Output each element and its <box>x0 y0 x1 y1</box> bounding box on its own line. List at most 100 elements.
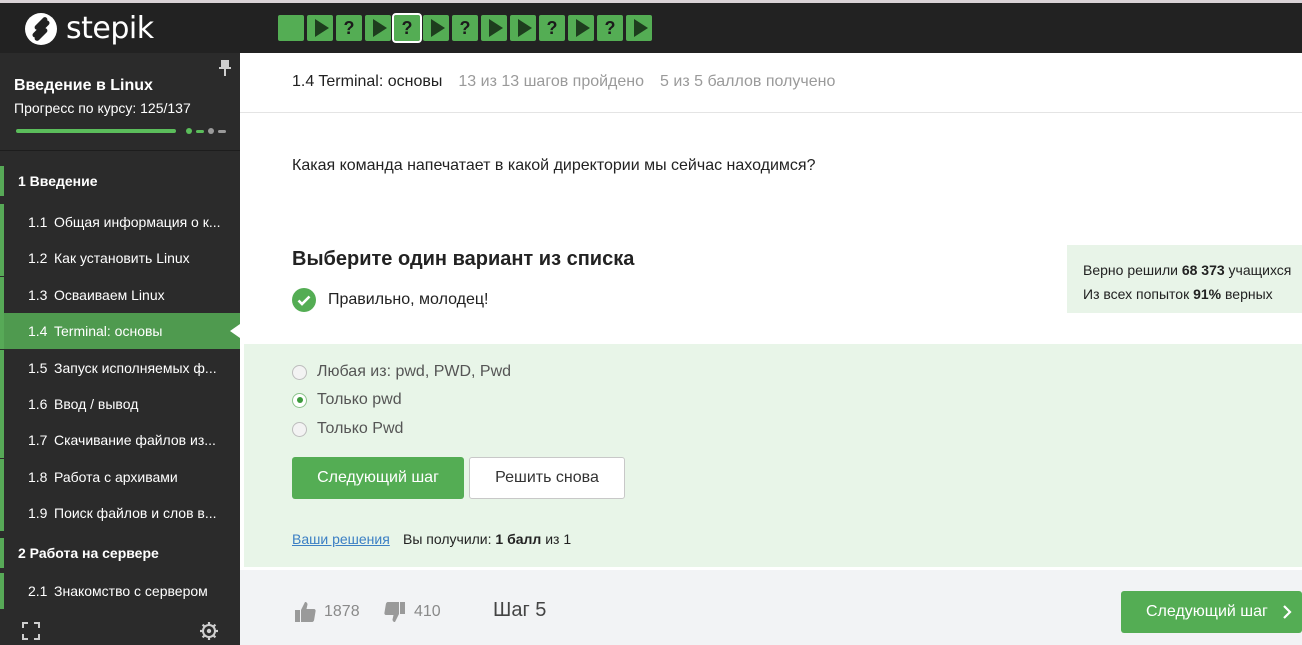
sidebar-lesson-1-6[interactable]: 1.6 Ввод / вывод <box>0 386 240 422</box>
fullscreen-icon[interactable] <box>21 621 41 641</box>
step-number: Шаг 5 <box>493 599 547 621</box>
solve-stats-box: Верно решили 68 373 учащихся Из всех поп… <box>1067 245 1302 313</box>
stepik-logo-icon <box>25 12 57 45</box>
thumbs-down-icon <box>384 602 405 622</box>
answer-option-1[interactable]: Любая из: pwd, PWD, Pwd <box>292 363 511 381</box>
step-5-quiz[interactable]: ? <box>392 13 422 43</box>
question-mark-icon: ? <box>604 17 616 38</box>
lesson-title: Скачивание файлов из... <box>54 432 216 449</box>
footer-next-label: Следующий шаг <box>1146 603 1268 620</box>
question-text: Какая команда напечатает в какой директо… <box>292 157 816 174</box>
play-icon <box>488 19 503 37</box>
lesson-title: Поиск файлов и слов в... <box>54 505 217 522</box>
lesson-title: Общая информация о к... <box>54 214 221 230</box>
lesson-title: 1.4 Terminal: основы <box>292 73 443 90</box>
step-11-play[interactable] <box>568 15 594 41</box>
step-8-play[interactable] <box>481 15 507 41</box>
lesson-number: 1.9 <box>28 505 48 522</box>
gear-icon[interactable] <box>199 621 219 641</box>
course-sidebar: Введение в Linux Прогресс по курсу: 125/… <box>0 53 240 645</box>
course-progress-label: Прогресс по курсу: 125/137 <box>14 100 191 116</box>
progress-remaining-dots <box>186 128 226 134</box>
lesson-number: 1.1 <box>28 214 48 230</box>
radio-unselected[interactable] <box>292 364 307 380</box>
lesson-number: 1.3 <box>28 286 48 303</box>
lesson-content: 1.4 Terminal: основы 13 из 13 шагов пройд… <box>240 53 1302 645</box>
sidebar-lesson-1-9[interactable]: 1.9 Поиск файлов и слов в... <box>0 495 240 532</box>
sidebar-lesson-1-1[interactable]: 1.1 Общая информация о к... <box>0 204 240 240</box>
next-step-button[interactable]: Следующий шаг <box>292 457 464 499</box>
course-progress-fill <box>16 129 176 133</box>
step-1-square[interactable] <box>278 15 304 41</box>
stepik-logo[interactable]: stepik <box>24 11 154 46</box>
play-icon <box>633 19 648 37</box>
lesson-number: 2.1 <box>28 582 48 599</box>
stats-solved: Верно решили 68 373 учащихся <box>1083 262 1292 278</box>
radio-selected[interactable] <box>292 392 307 408</box>
lesson-title: Terminal: основы <box>54 323 163 340</box>
footer-next-step-button[interactable]: Следующий шаг <box>1121 591 1302 633</box>
lesson-number: 1.4 <box>28 323 48 340</box>
radio-unselected[interactable] <box>292 421 307 437</box>
question-mark-icon: ? <box>546 17 558 38</box>
step-4-play[interactable] <box>365 15 391 41</box>
lesson-number: 1.5 <box>28 359 48 376</box>
play-icon <box>372 19 387 37</box>
score-text: Вы получили: 1 балл из 1 <box>403 531 572 547</box>
brand-name: stepik <box>66 11 154 46</box>
sidebar-lesson-1-5[interactable]: 1.5 Запуск исполняемых ф... <box>0 349 240 386</box>
quiz-instruction: Выберите один вариант из списка <box>292 248 635 270</box>
lesson-title: Работа с архивами <box>54 468 178 485</box>
retry-button[interactable]: Решить снова <box>469 457 625 499</box>
step-9-play[interactable] <box>510 15 536 41</box>
step-6-play[interactable] <box>423 15 449 41</box>
lesson-number: 1.2 <box>28 250 48 267</box>
likes-count: 1878 <box>324 603 360 620</box>
question-mark-icon: ? <box>401 17 413 38</box>
top-navigation-bar: stepik ????? <box>0 0 1302 53</box>
lesson-number: 1.8 <box>28 468 48 485</box>
sidebar-lesson-2-1[interactable]: 2.1 Знакомство с сервером <box>0 572 240 609</box>
sidebar-lesson-1-2[interactable]: 1.2 Как установить Linux <box>0 240 240 277</box>
dislike-button[interactable]: 410 <box>384 601 441 623</box>
step-2-play[interactable] <box>307 15 333 41</box>
step-13-play[interactable] <box>626 15 652 41</box>
header-divider <box>240 112 1302 113</box>
step-10-quiz[interactable]: ? <box>539 15 565 41</box>
course-progress-bar <box>16 128 226 134</box>
play-icon <box>314 19 329 37</box>
sidebar-section-1[interactable]: 1 Введение <box>0 166 240 196</box>
answer-option-3[interactable]: Только Pwd <box>292 420 403 438</box>
correct-feedback: Правильно, молодец! <box>292 288 488 312</box>
pin-icon[interactable] <box>218 59 232 77</box>
sidebar-lesson-1-3[interactable]: 1.3 Осваиваем Linux <box>0 276 240 313</box>
stats-accuracy: Из всех попыток 91% верных <box>1083 286 1273 302</box>
dislikes-count: 410 <box>414 603 441 620</box>
sidebar-lesson-1-4[interactable]: 1.4 Terminal: основы <box>0 313 240 350</box>
play-icon <box>430 19 445 37</box>
like-button[interactable]: 1878 <box>294 601 360 623</box>
answer-option-label: Только pwd <box>317 391 402 408</box>
thumbs-up-icon <box>295 602 316 622</box>
step-12-quiz[interactable]: ? <box>597 15 623 41</box>
play-icon <box>517 19 532 37</box>
sidebar-section-2[interactable]: 2 Работа на сервере <box>0 537 240 568</box>
answer-panel: Любая из: pwd, PWD, Pwd Только pwd Только … <box>244 344 1302 567</box>
step-3-quiz[interactable]: ? <box>336 15 362 41</box>
your-solutions-link[interactable]: Ваши решения <box>292 531 390 547</box>
points-earned: 5 из 5 баллов получено <box>660 73 836 90</box>
sidebar-lesson-1-7[interactable]: 1.7 Скачивание файлов из... <box>0 422 240 459</box>
course-title[interactable]: Введение в Linux <box>14 77 153 95</box>
answer-option-2[interactable]: Только pwd <box>292 391 402 409</box>
sidebar-lesson-1-8[interactable]: 1.8 Работа с архивами <box>0 458 240 495</box>
sidebar-divider <box>0 150 240 151</box>
step-7-quiz[interactable]: ? <box>452 15 478 41</box>
check-circle-icon <box>292 288 316 312</box>
question-mark-icon: ? <box>459 17 471 38</box>
lesson-title: Как установить Linux <box>54 250 190 267</box>
step-footer: 1878 410 Шаг 5 Следующий шаг <box>240 570 1302 645</box>
question-mark-icon: ? <box>343 17 355 38</box>
lesson-title: Знакомство с сервером <box>54 582 208 599</box>
play-icon <box>575 19 590 37</box>
chevron-right-icon <box>1283 605 1292 619</box>
